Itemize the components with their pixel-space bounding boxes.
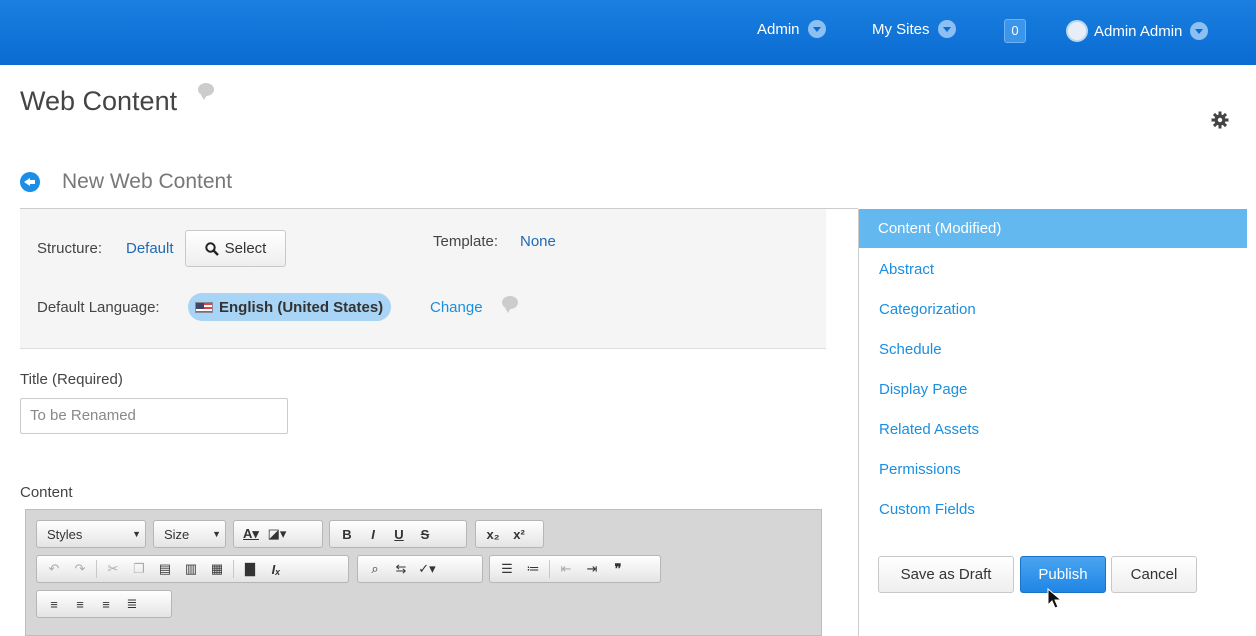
section-title: New Web Content bbox=[62, 170, 233, 193]
align-right-icon[interactable]: ≡ bbox=[96, 597, 116, 612]
styles-combo-label: Styles bbox=[47, 526, 83, 542]
justify-icon[interactable]: ≣ bbox=[122, 596, 142, 612]
blockquote-icon[interactable]: ❞ bbox=[608, 561, 628, 577]
italic-icon[interactable]: I bbox=[363, 527, 383, 542]
paste-text-icon[interactable]: ▥ bbox=[181, 561, 201, 577]
nav-item-abstract[interactable]: Abstract bbox=[879, 261, 934, 278]
strikethrough-icon[interactable]: S bbox=[415, 527, 435, 542]
my-sites-menu-label: My Sites bbox=[872, 20, 930, 38]
nav-item-display-page[interactable]: Display Page bbox=[879, 381, 967, 398]
structure-label: Structure: bbox=[37, 240, 103, 257]
superscript-icon[interactable]: x² bbox=[509, 527, 529, 542]
structure-value-link[interactable]: Default bbox=[126, 240, 174, 257]
text-color-icon[interactable]: A▾ bbox=[241, 526, 261, 542]
notification-count-badge[interactable]: 0 bbox=[1004, 19, 1026, 43]
paste-icon[interactable]: ▤ bbox=[155, 561, 175, 577]
admin-menu-label: Admin bbox=[757, 20, 800, 38]
underline-icon[interactable]: U bbox=[389, 527, 409, 542]
outdent-icon[interactable]: ⇤ bbox=[556, 561, 576, 577]
language-value: English (United States) bbox=[219, 298, 384, 316]
chevron-down-icon bbox=[807, 20, 826, 38]
align-left-icon[interactable]: ≡ bbox=[44, 597, 64, 612]
subscript-icon[interactable]: x₂ bbox=[483, 527, 503, 542]
color-group: A▾ ◪▾ bbox=[233, 520, 323, 548]
default-language-label: Default Language: bbox=[37, 299, 160, 316]
chevron-down-icon: ▼ bbox=[212, 529, 221, 539]
language-chip: English (United States) bbox=[188, 293, 392, 321]
bulleted-list-icon[interactable]: ≔ bbox=[523, 561, 543, 577]
admin-menu[interactable]: Admin bbox=[757, 20, 826, 38]
help-icon[interactable] bbox=[502, 296, 518, 313]
change-language-link[interactable]: Change bbox=[430, 299, 483, 316]
publish-button[interactable]: Publish bbox=[1020, 556, 1106, 593]
title-input[interactable]: To be Renamed bbox=[20, 398, 288, 434]
cancel-button[interactable]: Cancel bbox=[1111, 556, 1197, 593]
my-sites-menu[interactable]: My Sites bbox=[872, 20, 956, 38]
find-group: ⌕ ⇆ ✓▾ bbox=[357, 555, 483, 583]
nav-item-related-assets[interactable]: Related Assets bbox=[879, 421, 979, 438]
separator bbox=[96, 560, 97, 578]
top-navigation-bar: Admin My Sites 0 Admin Admin bbox=[0, 0, 1256, 65]
script-group: x₂ x² bbox=[475, 520, 544, 548]
numbered-list-icon[interactable]: ☰ bbox=[497, 561, 517, 577]
select-button-label: Select bbox=[224, 240, 267, 257]
title-field-label: Title (Required) bbox=[20, 371, 123, 388]
save-as-draft-label: Save as Draft bbox=[900, 566, 992, 583]
rich-text-editor-toolbar: Styles ▼ Size ▼ A▾ ◪▾ B I U S x₂ x² ↶ ↷ … bbox=[25, 509, 822, 636]
cut-icon[interactable]: ✂ bbox=[103, 561, 123, 577]
separator bbox=[233, 560, 234, 578]
find-icon[interactable]: ⌕ bbox=[365, 561, 385, 577]
us-flag-icon bbox=[195, 301, 213, 313]
spellcheck-icon[interactable]: ✓▾ bbox=[417, 561, 437, 577]
chevron-down-icon bbox=[1190, 22, 1209, 40]
remove-format-icon[interactable]: Iₓ bbox=[266, 562, 286, 577]
chevron-down-icon: ▼ bbox=[132, 529, 141, 539]
separator bbox=[549, 560, 550, 578]
save-as-draft-button[interactable]: Save as Draft bbox=[878, 556, 1014, 593]
structure-panel bbox=[20, 209, 826, 349]
copy-icon[interactable]: ❐ bbox=[129, 561, 149, 577]
search-icon bbox=[204, 241, 219, 256]
back-arrow-icon[interactable] bbox=[20, 172, 40, 192]
background-color-icon[interactable]: ◪▾ bbox=[267, 526, 287, 542]
indent-icon[interactable]: ⇥ bbox=[582, 561, 602, 577]
nav-item-schedule[interactable]: Schedule bbox=[879, 341, 942, 358]
list-group: ☰ ≔ ⇤ ⇥ ❞ bbox=[489, 555, 661, 583]
nav-item-label: Content (Modified) bbox=[878, 220, 1002, 237]
page-title: Web Content bbox=[20, 86, 177, 117]
paste-word-icon[interactable]: ▦ bbox=[207, 561, 227, 577]
replace-icon[interactable]: ⇆ bbox=[391, 561, 411, 577]
section-header: New Web Content bbox=[20, 170, 232, 194]
content-label: Content bbox=[20, 484, 73, 501]
gear-icon[interactable] bbox=[1211, 111, 1229, 129]
size-combo-label: Size bbox=[164, 526, 190, 542]
template-value-link[interactable]: None bbox=[520, 233, 556, 250]
redo-icon[interactable]: ↷ bbox=[70, 561, 90, 577]
format-painter-icon[interactable]: ▇ bbox=[240, 561, 260, 577]
avatar bbox=[1066, 20, 1088, 42]
help-icon[interactable] bbox=[198, 83, 214, 100]
nav-item-custom-fields[interactable]: Custom Fields bbox=[879, 501, 975, 518]
alignment-group: ≡ ≡ ≡ ≣ bbox=[36, 590, 172, 618]
chevron-down-icon bbox=[937, 20, 956, 38]
styles-combo[interactable]: Styles ▼ bbox=[36, 520, 146, 548]
cancel-label: Cancel bbox=[1130, 566, 1178, 583]
nav-item-permissions[interactable]: Permissions bbox=[879, 461, 961, 478]
publish-label: Publish bbox=[1038, 566, 1088, 583]
size-combo[interactable]: Size ▼ bbox=[153, 520, 226, 548]
page-title-text: Web Content bbox=[20, 86, 178, 116]
user-menu[interactable]: Admin Admin bbox=[1066, 20, 1209, 42]
mouse-cursor-icon bbox=[1047, 588, 1063, 609]
nav-item-content[interactable]: Content (Modified) bbox=[859, 209, 1247, 248]
nav-item-categorization[interactable]: Categorization bbox=[879, 301, 976, 318]
align-center-icon[interactable]: ≡ bbox=[70, 597, 90, 612]
user-name: Admin Admin bbox=[1094, 22, 1183, 40]
bold-icon[interactable]: B bbox=[337, 527, 357, 542]
select-structure-button[interactable]: Select bbox=[185, 230, 286, 267]
template-label: Template: bbox=[433, 233, 499, 250]
undo-icon[interactable]: ↶ bbox=[44, 561, 64, 577]
clipboard-group: ↶ ↷ ✂ ❐ ▤ ▥ ▦ ▇ Iₓ bbox=[36, 555, 349, 583]
basic-styles-group: B I U S bbox=[329, 520, 467, 548]
